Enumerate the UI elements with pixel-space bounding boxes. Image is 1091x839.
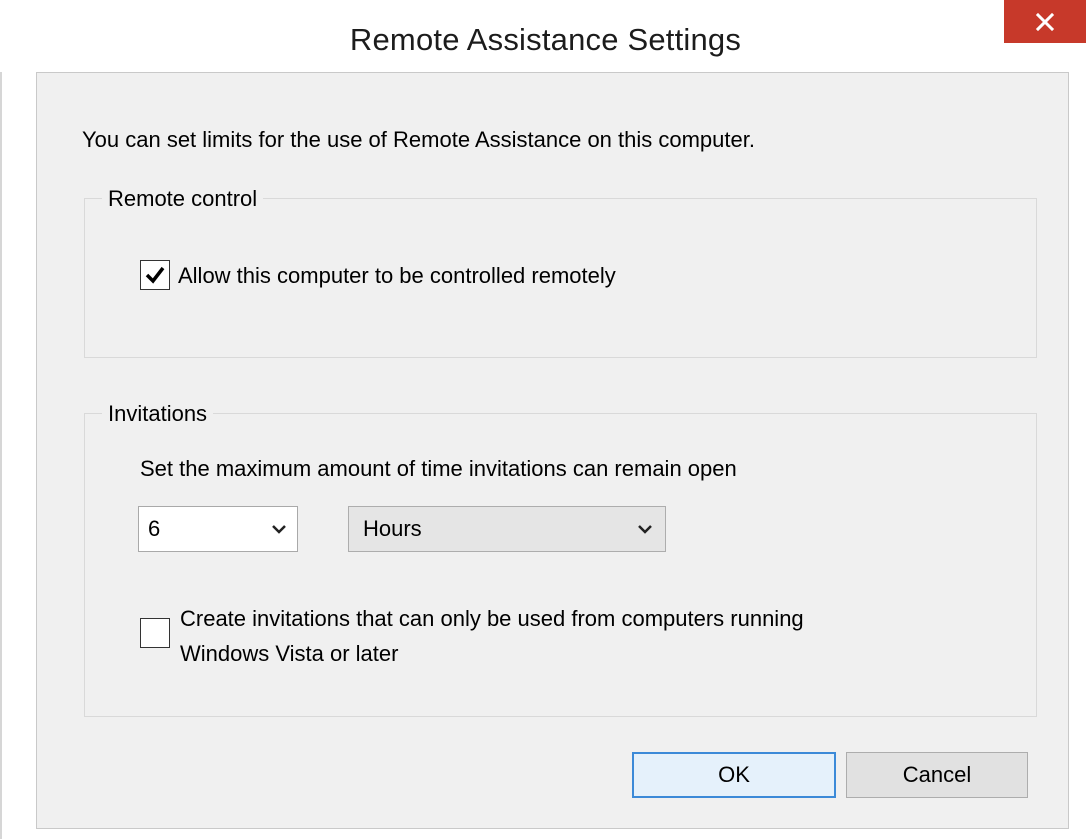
invitations-group-label: Invitations — [102, 401, 214, 427]
vista-only-label-line2[interactable]: Windows Vista or later — [180, 640, 398, 667]
time-amount-dropdown[interactable]: 6 — [138, 506, 298, 552]
window-left-edge — [0, 0, 2, 839]
vista-only-label-line1[interactable]: Create invitations that can only be used… — [180, 605, 804, 632]
chevron-down-icon — [638, 525, 652, 534]
time-unit-value: Hours — [363, 516, 422, 541]
cancel-button[interactable]: Cancel — [846, 752, 1028, 798]
allow-remote-control-checkbox[interactable] — [140, 260, 170, 290]
ok-button[interactable]: OK — [632, 752, 836, 798]
close-icon — [1036, 12, 1054, 31]
allow-remote-control-label[interactable]: Allow this computer to be controlled rem… — [178, 262, 616, 289]
chevron-down-icon — [272, 525, 286, 534]
remote-assistance-settings-window: Remote Assistance Settings You can set l… — [0, 0, 1091, 839]
vista-only-checkbox[interactable] — [140, 618, 170, 648]
close-button[interactable] — [1004, 0, 1086, 43]
window-title: Remote Assistance Settings — [349, 22, 742, 57]
time-unit-dropdown[interactable]: Hours — [348, 506, 666, 552]
checkmark-icon — [145, 266, 165, 284]
max-time-label: Set the maximum amount of time invitatio… — [140, 456, 737, 481]
time-amount-value: 6 — [148, 516, 161, 541]
title-bar[interactable]: Remote Assistance Settings — [0, 0, 1091, 72]
remote-control-group-label: Remote control — [102, 186, 264, 212]
intro-text: You can set limits for the use of Remote… — [82, 127, 755, 152]
